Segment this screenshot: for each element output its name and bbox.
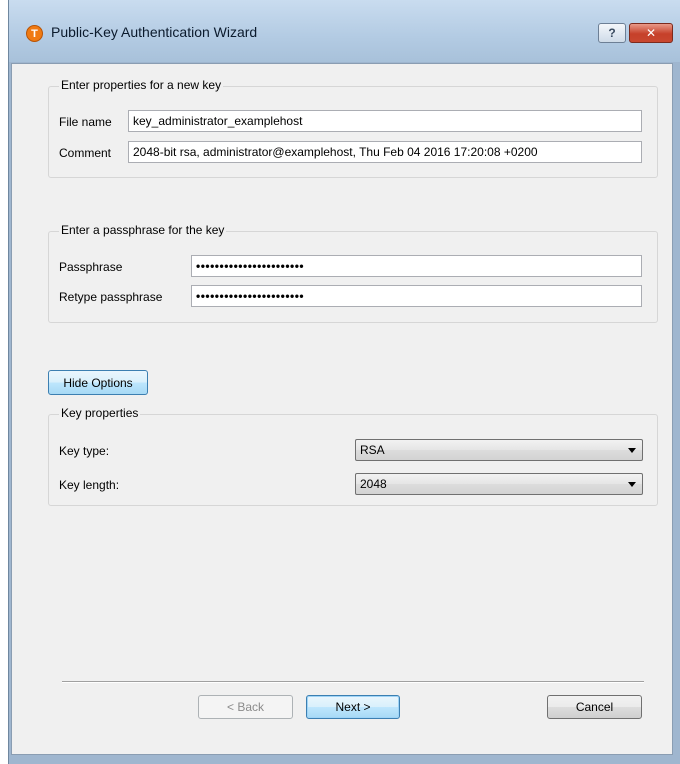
comment-label: Comment [59, 146, 112, 160]
comment-field[interactable]: 2048-bit rsa, administrator@examplehost,… [128, 141, 642, 163]
wizard-body: Enter properties for a new key File name… [11, 63, 673, 755]
chevron-down-icon [628, 448, 636, 453]
help-button[interactable]: ? [598, 23, 626, 43]
key-length-value: 2048 [360, 477, 387, 491]
key-type-value: RSA [360, 443, 385, 457]
back-button[interactable]: < Back [198, 695, 293, 719]
passphrase-group: Enter a passphrase for the key Passphras… [48, 223, 658, 323]
passphrase-label: Passphrase [59, 260, 123, 274]
file-name-field[interactable]: key_administrator_examplehost [128, 110, 642, 132]
cancel-button[interactable]: Cancel [547, 695, 642, 719]
hide-options-button[interactable]: Hide Options [48, 370, 148, 395]
new-key-group-title: Enter properties for a new key [59, 78, 224, 92]
close-button[interactable]: ✕ [629, 23, 673, 43]
wizard-window: T Public-Key Authentication Wizard ? ✕ E… [8, 0, 680, 764]
title-bar: T Public-Key Authentication Wizard ? ✕ [9, 0, 680, 62]
key-length-label: Key length: [59, 478, 120, 492]
next-button[interactable]: Next > [306, 695, 400, 719]
key-properties-group: Key properties Key type: RSA Key length:… [48, 406, 658, 506]
key-type-select[interactable]: RSA [355, 439, 643, 461]
retype-passphrase-field[interactable]: ••••••••••••••••••••••• [191, 285, 642, 307]
file-name-label: File name [59, 115, 112, 129]
passphrase-field[interactable]: ••••••••••••••••••••••• [191, 255, 642, 277]
retype-passphrase-label: Retype passphrase [59, 290, 163, 304]
key-type-label: Key type: [59, 444, 110, 458]
key-properties-group-title: Key properties [59, 406, 141, 420]
window-title: Public-Key Authentication Wizard [51, 24, 258, 40]
app-logo-icon: T [26, 25, 43, 42]
key-length-select[interactable]: 2048 [355, 473, 643, 495]
chevron-down-icon [628, 482, 636, 487]
passphrase-group-title: Enter a passphrase for the key [59, 223, 227, 237]
footer-divider [62, 681, 644, 683]
new-key-group: Enter properties for a new key File name… [48, 78, 658, 178]
